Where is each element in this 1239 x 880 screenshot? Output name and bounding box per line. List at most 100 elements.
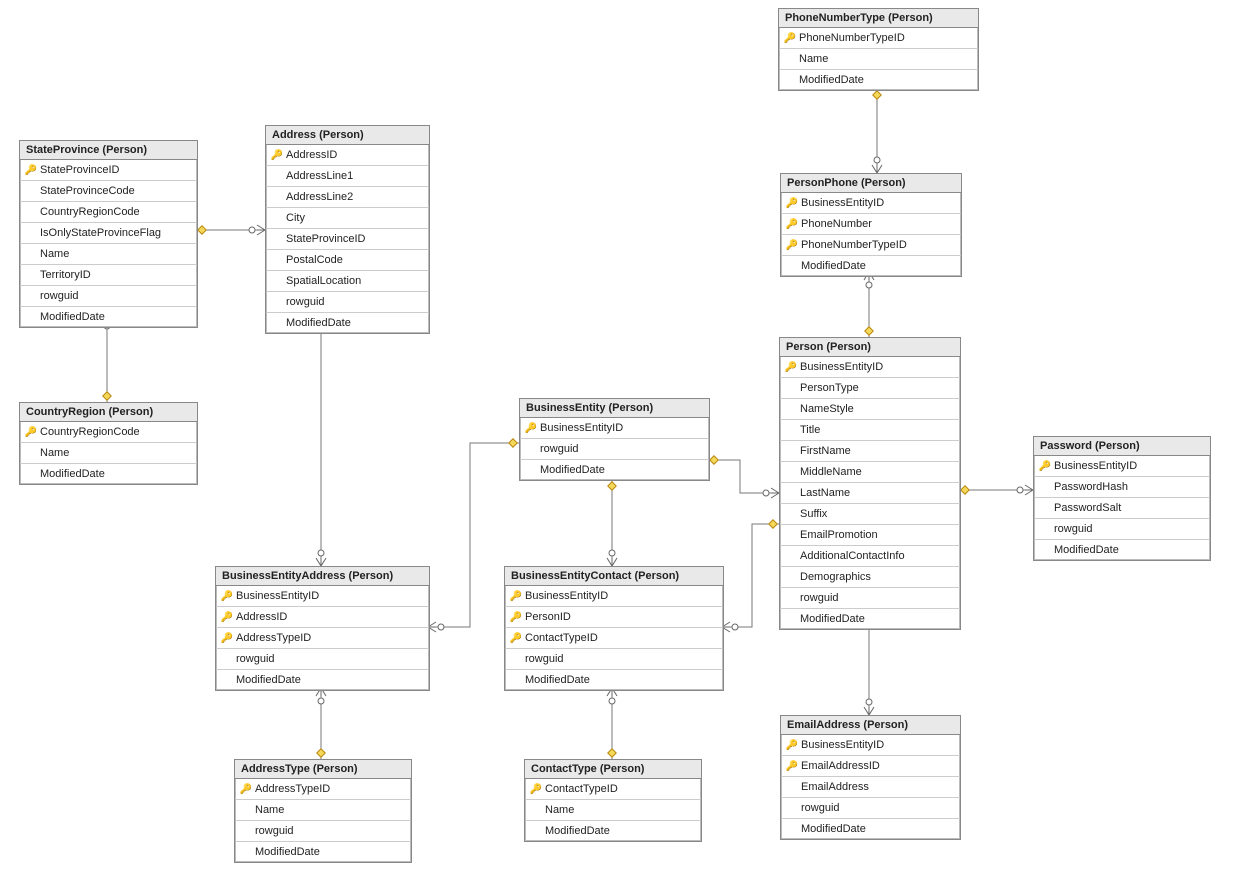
table-column: 🔑BusinessEntityID: [1034, 456, 1210, 477]
column-name: ModifiedDate: [38, 311, 105, 323]
key-icon: 🔑: [785, 740, 799, 751]
table-addressType[interactable]: AddressType (Person)🔑AddressTypeIDNamero…: [234, 759, 412, 863]
table-phoneNumberType[interactable]: PhoneNumberType (Person)🔑PhoneNumberType…: [778, 8, 979, 91]
column-name: Name: [253, 804, 284, 816]
table-contactType[interactable]: ContactType (Person)🔑ContactTypeIDNameMo…: [524, 759, 702, 842]
column-name: NameStyle: [798, 403, 854, 415]
key-icon: 🔑: [785, 198, 799, 209]
column-name: MiddleName: [798, 466, 862, 478]
column-name: IsOnlyStateProvinceFlag: [38, 227, 161, 239]
column-name: Suffix: [798, 508, 827, 520]
table-column: rowguid: [235, 821, 411, 842]
column-name: rowguid: [538, 443, 579, 455]
table-column: LastName: [780, 483, 960, 504]
column-name: StateProvinceID: [284, 233, 365, 245]
column-name: AddressID: [234, 611, 287, 623]
column-name: BusinessEntityID: [799, 197, 884, 209]
table-column: TerritoryID: [20, 265, 197, 286]
table-column: 🔑ContactTypeID: [525, 779, 701, 800]
table-column: 🔑BusinessEntityID: [780, 357, 960, 378]
table-businessEntityAddress[interactable]: BusinessEntityAddress (Person)🔑BusinessE…: [215, 566, 430, 691]
table-stateProvince[interactable]: StateProvince (Person)🔑StateProvinceIDSt…: [19, 140, 198, 328]
table-column: 🔑BusinessEntityID: [216, 586, 429, 607]
table-countryRegion[interactable]: CountryRegion (Person)🔑CountryRegionCode…: [19, 402, 198, 485]
column-name: ModifiedDate: [543, 825, 610, 837]
table-column: 🔑AddressID: [266, 145, 429, 166]
column-name: rowguid: [38, 290, 79, 302]
column-name: Name: [797, 53, 828, 65]
table-column: Name: [779, 49, 978, 70]
table-column: 🔑BusinessEntityID: [505, 586, 723, 607]
key-icon: 🔑: [270, 150, 284, 161]
table-column: StateProvinceID: [266, 229, 429, 250]
key-icon: 🔑: [1038, 461, 1052, 472]
column-name: ContactTypeID: [543, 783, 618, 795]
column-name: BusinessEntityID: [523, 590, 608, 602]
table-person[interactable]: Person (Person)🔑BusinessEntityIDPersonTy…: [779, 337, 961, 630]
table-column: Suffix: [780, 504, 960, 525]
key-icon: 🔑: [24, 165, 38, 176]
column-name: AddressLine1: [284, 170, 353, 182]
table-column: Title: [780, 420, 960, 441]
er-diagram-canvas: StateProvince (Person)🔑StateProvinceIDSt…: [0, 0, 1239, 880]
column-name: EmailAddress: [799, 781, 869, 793]
column-name: PostalCode: [284, 254, 343, 266]
column-name: AddressLine2: [284, 191, 353, 203]
key-icon: 🔑: [509, 633, 523, 644]
column-name: rowguid: [253, 825, 294, 837]
column-name: ModifiedDate: [523, 674, 590, 686]
column-name: Demographics: [798, 571, 871, 583]
key-icon: 🔑: [784, 362, 798, 373]
table-column: 🔑BusinessEntityID: [520, 418, 709, 439]
table-column: rowguid: [781, 798, 960, 819]
table-personPhone[interactable]: PersonPhone (Person)🔑BusinessEntityID🔑Ph…: [780, 173, 962, 277]
table-column: 🔑CountryRegionCode: [20, 422, 197, 443]
table-header: PhoneNumberType (Person): [779, 9, 978, 28]
column-name: PhoneNumber: [799, 218, 872, 230]
key-icon: 🔑: [509, 591, 523, 602]
column-name: StateProvinceCode: [38, 185, 135, 197]
table-header: Password (Person): [1034, 437, 1210, 456]
column-name: ContactTypeID: [523, 632, 598, 644]
table-businessEntity[interactable]: BusinessEntity (Person)🔑BusinessEntityID…: [519, 398, 710, 481]
table-column: ModifiedDate: [525, 821, 701, 841]
column-name: ModifiedDate: [538, 464, 605, 476]
table-column: 🔑AddressTypeID: [235, 779, 411, 800]
table-column: AddressLine1: [266, 166, 429, 187]
key-icon: 🔑: [529, 784, 543, 795]
table-password[interactable]: Password (Person)🔑BusinessEntityID Passwo…: [1033, 436, 1211, 561]
table-column: 🔑StateProvinceID: [20, 160, 197, 181]
table-column: ModifiedDate: [520, 460, 709, 480]
column-name: rowguid: [234, 653, 275, 665]
table-column: PasswordSalt: [1034, 498, 1210, 519]
table-address[interactable]: Address (Person)🔑AddressIDAddressLine1Ad…: [265, 125, 430, 334]
column-name: StateProvinceID: [38, 164, 119, 176]
table-column: ModifiedDate: [780, 609, 960, 629]
table-column: IsOnlyStateProvinceFlag: [20, 223, 197, 244]
table-column: CountryRegionCode: [20, 202, 197, 223]
table-column: MiddleName: [780, 462, 960, 483]
column-name: FirstName: [798, 445, 851, 457]
table-emailAddress[interactable]: EmailAddress (Person)🔑BusinessEntityID🔑E…: [780, 715, 961, 840]
table-column: Name: [20, 244, 197, 265]
column-name: BusinessEntityID: [234, 590, 319, 602]
table-column: rowguid: [20, 286, 197, 307]
table-column: AdditionalContactInfo: [780, 546, 960, 567]
table-column: ModifiedDate: [779, 70, 978, 90]
table-column: ModifiedDate: [216, 670, 429, 690]
column-name: BusinessEntityID: [798, 361, 883, 373]
table-column: 🔑PhoneNumber: [781, 214, 961, 235]
table-header: Person (Person): [780, 338, 960, 357]
table-column: 🔑BusinessEntityID: [781, 193, 961, 214]
table-column: ModifiedDate: [266, 313, 429, 333]
table-column: Name: [235, 800, 411, 821]
key-icon: 🔑: [220, 591, 234, 602]
table-header: StateProvince (Person): [20, 141, 197, 160]
table-businessEntityContact[interactable]: BusinessEntityContact (Person)🔑BusinessE…: [504, 566, 724, 691]
column-name: TerritoryID: [38, 269, 91, 281]
table-column: 🔑PersonID: [505, 607, 723, 628]
key-icon: 🔑: [783, 33, 797, 44]
table-column: rowguid: [216, 649, 429, 670]
column-name: Name: [38, 248, 69, 260]
column-name: SpatialLocation: [284, 275, 361, 287]
